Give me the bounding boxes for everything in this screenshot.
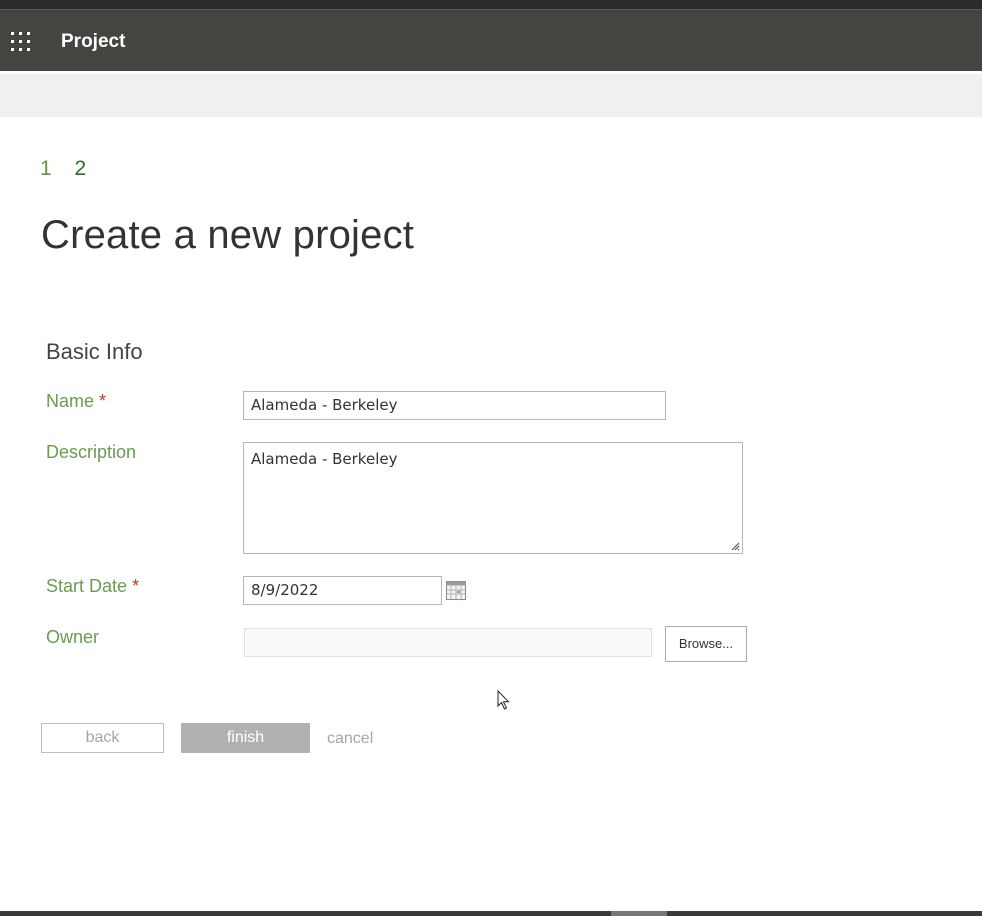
section-title: Basic Info (46, 339, 143, 364)
name-input-value: Alameda - Berkeley (251, 396, 398, 414)
description-textarea[interactable]: Alameda - Berkeley (243, 442, 743, 554)
bottom-scrollbar[interactable] (0, 911, 982, 916)
required-marker: * (99, 391, 107, 411)
owner-label-text: Owner (46, 627, 100, 647)
description-value: Alameda - Berkeley (251, 450, 398, 468)
start-date-label-text: Start Date (46, 576, 128, 596)
wizard-step-1[interactable]: 1 (40, 157, 52, 181)
name-label-text: Name (46, 391, 95, 411)
scrollbar-thumb[interactable] (611, 911, 667, 916)
mouse-pointer-icon (497, 690, 510, 710)
description-label-text: Description (46, 442, 137, 462)
owner-label: Owner (46, 626, 99, 648)
app-title[interactable]: Project (61, 31, 125, 53)
name-label: Name * (46, 390, 106, 412)
finish-button[interactable]: finish (181, 723, 310, 753)
page-title: Create a new project (41, 213, 415, 257)
start-date-label: Start Date * (46, 575, 139, 597)
calendar-icon[interactable] (446, 581, 466, 600)
required-marker: * (132, 576, 140, 596)
suite-bar (0, 10, 982, 71)
cancel-link[interactable]: cancel (327, 729, 373, 749)
ribbon-bar (0, 74, 982, 117)
owner-input[interactable] (244, 628, 652, 657)
back-button[interactable]: back (41, 723, 164, 753)
browse-button[interactable]: Browse... (665, 626, 747, 662)
description-label: Description (46, 441, 136, 463)
window-top-strip (0, 0, 982, 10)
resize-grip-icon[interactable] (730, 541, 740, 551)
name-input[interactable]: Alameda - Berkeley (243, 391, 666, 420)
wizard-steps: 1 2 (40, 157, 103, 181)
waffle-icon[interactable] (10, 31, 32, 53)
start-date-input[interactable]: 8/9/2022 (243, 576, 442, 605)
wizard-step-2: 2 (74, 157, 87, 180)
start-date-value: 8/9/2022 (251, 581, 319, 599)
